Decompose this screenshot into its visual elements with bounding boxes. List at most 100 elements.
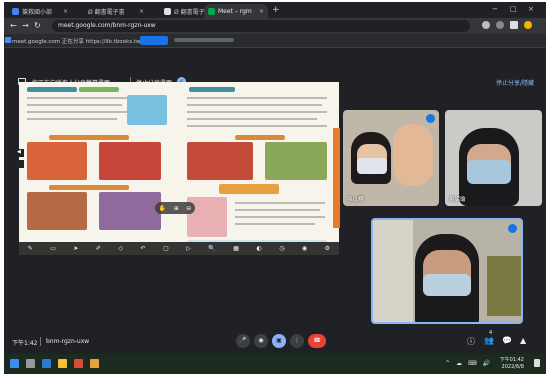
browser-tab-meet[interactable]: Meet – rgm × xyxy=(204,4,268,18)
section-title-art xyxy=(219,184,279,194)
speaking-indicator-icon xyxy=(508,224,517,233)
tab-close-icon[interactable]: × xyxy=(63,8,68,15)
undo-icon[interactable]: ↶ xyxy=(141,245,146,252)
photo-festival xyxy=(99,142,161,180)
more-options-button[interactable]: ⋮ xyxy=(290,334,304,348)
magnify-icon[interactable]: 🔍 xyxy=(208,245,215,252)
photo-dragon xyxy=(187,142,253,180)
chat-icon[interactable]: 💬 xyxy=(502,336,512,345)
tab-close-icon[interactable]: × xyxy=(139,8,144,15)
profile-avatar[interactable] xyxy=(524,21,532,29)
pen-icon[interactable]: ✎ xyxy=(28,245,33,252)
windows-taskbar: ^ ☁ ⌨ 🔊 下午01:42 2022/6/8 xyxy=(4,354,546,374)
camera-icon[interactable]: ◉ xyxy=(302,245,307,252)
next-icon[interactable]: ▷ xyxy=(186,245,191,252)
prev-page-button[interactable]: ◀ xyxy=(17,149,24,157)
photo-parade xyxy=(99,192,161,230)
browser-tab-1[interactable]: 搶救國小部 × xyxy=(8,4,72,18)
browser-tabstrip: 搶救國小部 × Ø 翻書電子書 × Ø 翻書電子書 × Meet – rgm ×… xyxy=(4,2,546,18)
participant-tile-self[interactable] xyxy=(371,218,523,324)
camera-button[interactable]: ◉ xyxy=(254,334,268,348)
notification-icon[interactable] xyxy=(534,359,540,367)
minimize-button[interactable]: − xyxy=(492,5,498,13)
tab-label: Ø 翻書電子書 xyxy=(174,8,208,16)
screen: 搶救國小部 × Ø 翻書電子書 × Ø 翻書電子書 × Meet – rgm ×… xyxy=(4,2,546,374)
stop-sharing-button[interactable] xyxy=(140,36,168,45)
clock-date: 2022/6/8 xyxy=(501,364,524,370)
tab-favicon-icon xyxy=(208,7,215,15)
file-explorer-icon[interactable] xyxy=(58,359,67,368)
divider xyxy=(40,337,41,346)
hand-icon[interactable]: ✋ xyxy=(159,205,166,212)
meeting-code: bnm-rgzn-uxw xyxy=(46,338,90,345)
page-box-icon[interactable]: ▢ xyxy=(163,245,169,252)
task-view-icon[interactable] xyxy=(26,359,35,368)
participant-tile[interactable]: 廖以桐 xyxy=(343,110,439,206)
pointer-icon[interactable]: ➤ xyxy=(73,245,78,252)
reload-icon[interactable]: ↻ xyxy=(34,21,41,30)
meet-icon xyxy=(5,37,11,43)
close-window-button[interactable]: × xyxy=(528,5,534,13)
speaking-indicator-icon xyxy=(426,114,435,123)
grid-icon[interactable]: ▦ xyxy=(233,245,239,252)
participant-name: 吳宸瑜 xyxy=(449,197,466,203)
participant-count: 4 xyxy=(489,330,493,336)
activities-icon[interactable]: ▲ xyxy=(520,336,526,345)
settings-icon[interactable]: ⚙ xyxy=(325,245,330,252)
photo-lanterns xyxy=(27,142,87,180)
eraser-icon[interactable]: ▭ xyxy=(50,245,56,252)
tab-label: 搶救國小部 xyxy=(22,8,53,16)
page-nav-pill[interactable]: ✋ ⊕ ⊖ xyxy=(155,202,195,214)
photo-temple xyxy=(265,142,327,180)
address-text: meet.google.com/bnm-rgzn-uxw xyxy=(58,22,156,29)
ebook-toolbar: ✎ ▭ ➤ ✐ ◇ ↶ ▢ ▷ 🔍 ▦ ◐ ◷ ◉ ⚙ xyxy=(19,242,339,255)
browser-tab-3[interactable]: Ø 翻書電子書 × xyxy=(160,4,208,18)
edge-icon[interactable] xyxy=(42,359,51,368)
present-button[interactable]: ▣ xyxy=(272,334,286,348)
shape-icon[interactable]: ◇ xyxy=(118,245,123,252)
system-tray[interactable]: ^ ☁ ⌨ 🔊 xyxy=(445,360,492,367)
start-icon[interactable] xyxy=(10,359,19,368)
browser-toolbar: ← → ↻ meet.google.com/bnm-rgzn-uxw xyxy=(4,18,546,34)
taskbar-clock[interactable]: 下午01:42 2022/6/8 xyxy=(500,357,524,371)
forward-icon[interactable]: → xyxy=(22,21,29,30)
meeting-details-icon[interactable]: ⓘ xyxy=(467,336,475,347)
spotlight-icon[interactable]: ◐ xyxy=(256,245,261,252)
side-toggle-button[interactable] xyxy=(17,160,24,168)
tab-close-icon[interactable]: × xyxy=(259,8,264,15)
tab-label: Meet – rgm xyxy=(218,7,252,15)
minus-icon[interactable]: ⊖ xyxy=(186,205,191,212)
bookmark-icon[interactable] xyxy=(496,21,504,29)
map-illustration xyxy=(127,95,167,125)
chrome-icon[interactable] xyxy=(74,359,83,368)
back-icon[interactable]: ← xyxy=(10,21,17,30)
mic-button[interactable]: 🎤 xyxy=(236,334,250,348)
textbook-right-page xyxy=(179,82,339,255)
highlighter-icon[interactable]: ✐ xyxy=(96,245,101,252)
address-bar[interactable]: meet.google.com/bnm-rgzn-uxw xyxy=(52,20,470,32)
textbook-left-page xyxy=(19,82,179,255)
hide-button[interactable] xyxy=(174,38,234,42)
tab-label: Ø 翻書電子書 xyxy=(88,8,125,16)
photo-crowd xyxy=(27,192,87,230)
tab-search-icon[interactable] xyxy=(510,21,518,29)
app-icon[interactable] xyxy=(90,359,99,368)
textbook-side-tabs[interactable] xyxy=(333,128,340,228)
meeting-time: 下午1:42 xyxy=(12,340,38,347)
shared-textbook[interactable] xyxy=(19,82,339,255)
new-tab-button[interactable]: + xyxy=(272,5,280,15)
sharing-infobar: meet.google.com 正在分享 https://lib.tbooks.… xyxy=(4,34,546,48)
timer-icon[interactable]: ◷ xyxy=(279,245,284,252)
sharing-message: meet.google.com 正在分享 https://lib.tbooks.… xyxy=(12,39,141,45)
participant-name: 廖以桐 xyxy=(347,197,364,203)
clock-time: 下午01:42 xyxy=(499,357,524,363)
people-icon[interactable]: 👥 xyxy=(484,336,494,345)
end-call-button[interactable]: ☎ xyxy=(308,334,326,348)
browser-tab-2[interactable]: Ø 翻書電子書 × xyxy=(84,4,148,18)
participant-tile[interactable]: 吳宸瑜 xyxy=(445,110,542,206)
extension-icon[interactable] xyxy=(482,21,490,29)
tab-favicon-icon xyxy=(12,7,19,15)
zoom-icon[interactable]: ⊕ xyxy=(174,205,179,212)
stop-presenting-link[interactable]: 停止分享/隱藏 xyxy=(496,78,534,87)
maximize-button[interactable]: □ xyxy=(510,5,517,13)
